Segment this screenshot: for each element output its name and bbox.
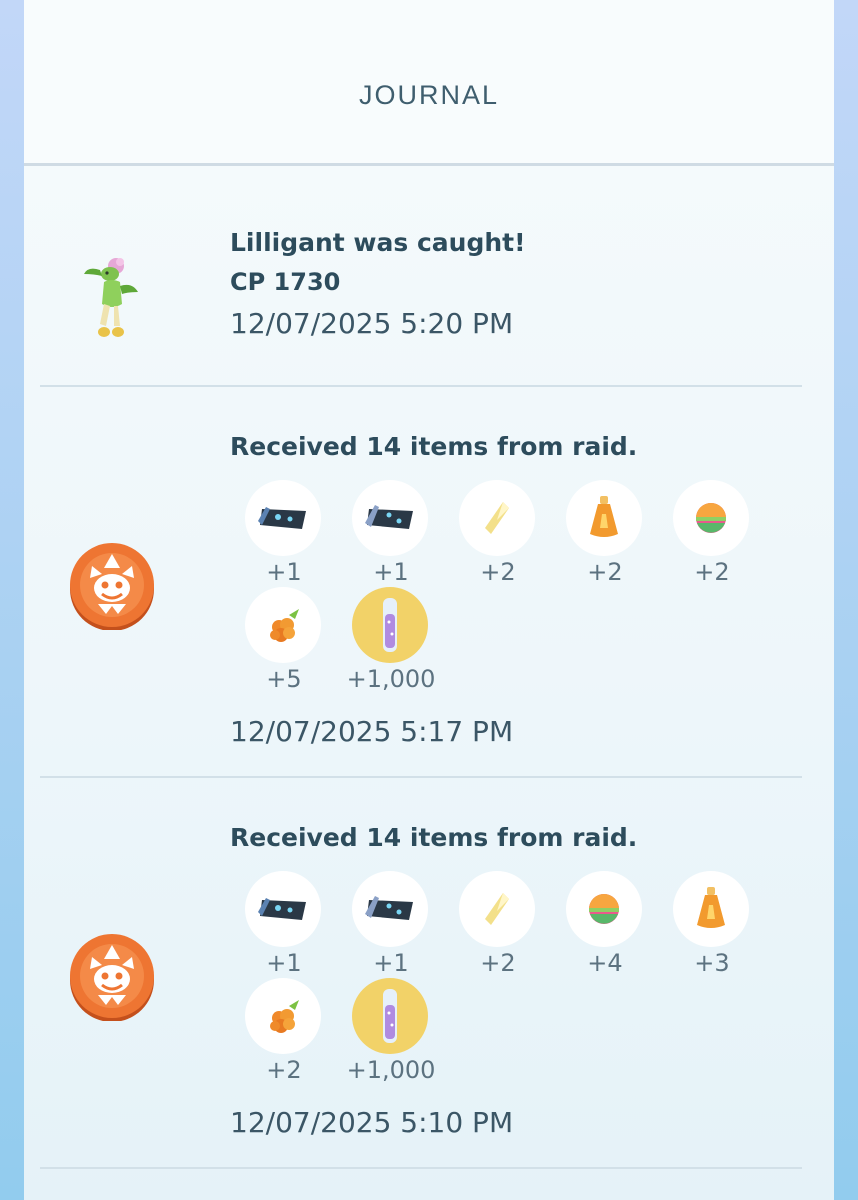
stardust-icon	[352, 978, 428, 1054]
item-count: +2	[587, 558, 623, 586]
reward-item: +2	[673, 480, 751, 590]
journal-entry-caught[interactable]: Lilligant was caught! CP 1730 12/07/2025…	[24, 0, 834, 390]
item-count: +1	[373, 558, 409, 586]
item-count: +1	[373, 949, 409, 977]
item-count: +5	[266, 665, 302, 693]
raid-badge-icon	[70, 543, 154, 630]
entry-cp: CP 1730	[230, 268, 341, 296]
reward-item: +4	[566, 871, 644, 981]
golden-razz-berry-icon	[245, 587, 321, 663]
journal-entry-raid[interactable]: Received 14 items from raid. +1 +1 +2 +2	[24, 390, 834, 778]
reward-item: +2	[245, 978, 323, 1088]
item-count: +1,000	[346, 665, 436, 693]
reward-item: +1	[245, 480, 323, 590]
entry-title: Received 14 items from raid.	[230, 432, 638, 461]
ball-icon	[673, 480, 749, 556]
item-count: +1	[266, 949, 302, 977]
stardust-icon	[352, 587, 428, 663]
entry-title: Received 14 items from raid.	[230, 823, 638, 852]
item-count: +2	[480, 949, 516, 977]
tm-fast-icon	[352, 480, 428, 556]
potion-icon	[673, 871, 749, 947]
reward-item: +2	[566, 480, 644, 590]
item-count: +1	[266, 558, 302, 586]
item-count: +2	[694, 558, 730, 586]
item-count: +1,000	[346, 1056, 436, 1084]
reward-item: +1	[352, 480, 430, 590]
tm-fast-icon	[352, 871, 428, 947]
entry-divider	[40, 385, 802, 387]
journal-entry-raid[interactable]: Received 14 items from raid. +1 +1 +2 +4	[24, 781, 834, 1169]
item-count: +4	[587, 949, 623, 977]
reward-item: +2	[459, 871, 537, 981]
lilligant-icon	[84, 258, 138, 337]
item-count: +2	[480, 558, 516, 586]
reward-item: +5	[245, 587, 323, 697]
entry-title: Lilligant was caught!	[230, 228, 526, 257]
reward-item: +1	[352, 871, 430, 981]
item-count: +2	[266, 1056, 302, 1084]
golden-razz-berry-icon	[245, 978, 321, 1054]
entry-timestamp: 12/07/2025 5:20 PM	[230, 307, 514, 340]
rare-candy-icon	[459, 480, 535, 556]
item-count: +3	[694, 949, 730, 977]
journal-panel: JOURNAL Lilligant was caught! CP 1730 12…	[24, 0, 834, 1200]
raid-badge-icon	[70, 934, 154, 1021]
reward-item: +2	[459, 480, 537, 590]
reward-item: +1,000	[347, 587, 435, 697]
tm-charged-icon	[245, 480, 321, 556]
reward-item: +1,000	[347, 978, 435, 1088]
reward-item: +3	[673, 871, 751, 981]
reward-item: +1	[245, 871, 323, 981]
potion-icon	[566, 480, 642, 556]
entry-divider	[40, 776, 802, 778]
entry-divider	[40, 1167, 802, 1169]
entry-timestamp: 12/07/2025 5:10 PM	[230, 1106, 514, 1139]
tm-charged-icon	[245, 871, 321, 947]
entry-timestamp: 12/07/2025 5:17 PM	[230, 715, 514, 748]
ball-icon	[566, 871, 642, 947]
rare-candy-icon	[459, 871, 535, 947]
